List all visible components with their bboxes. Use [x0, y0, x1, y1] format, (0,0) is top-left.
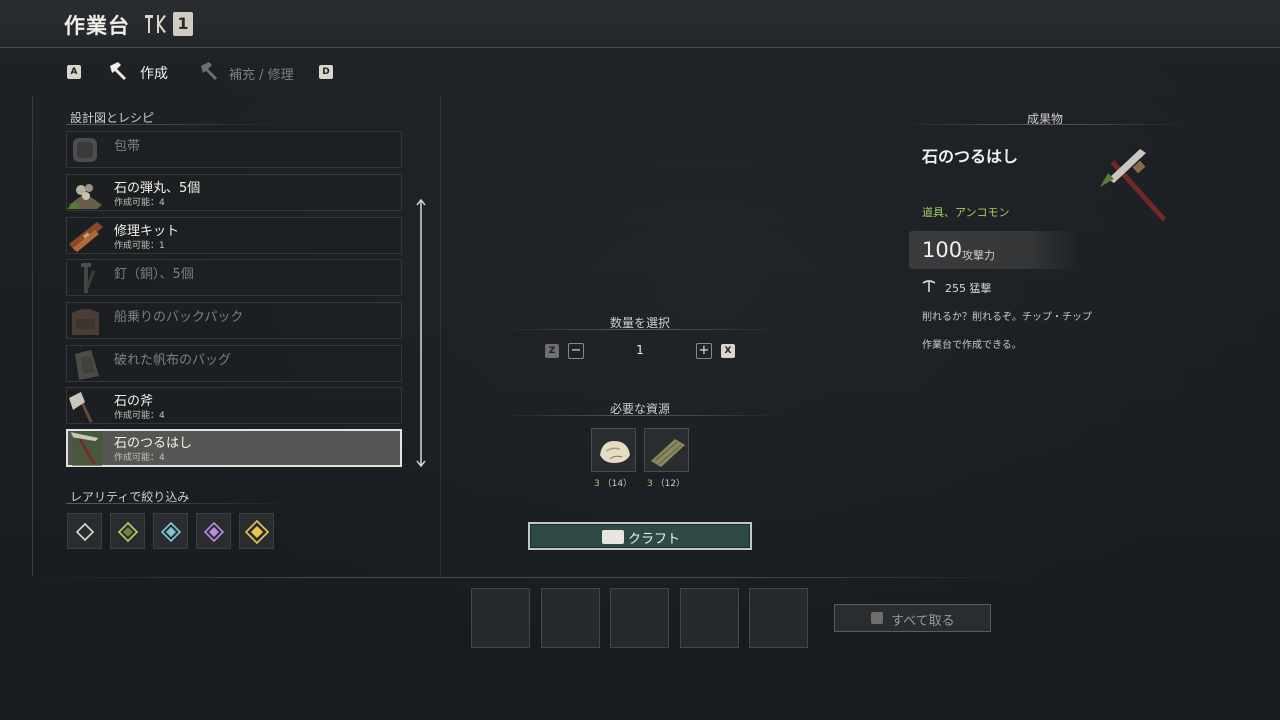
recipe-craftable: 作成可能：4 — [114, 198, 165, 208]
bandage-icon — [67, 132, 104, 167]
recipe-craftable: 作成可能：4 — [114, 411, 165, 421]
tab-next-key[interactable]: D — [319, 65, 333, 79]
tools-icon — [145, 15, 166, 33]
stone-axe-icon — [67, 388, 104, 423]
recipe-stone-pickaxe[interactable]: 石のつるはし 作成可能：4 — [66, 429, 402, 467]
rarity-rare-icon — [160, 521, 182, 543]
quantity-decrease-key[interactable]: Z — [545, 344, 559, 358]
result-item-name: 石のつるはし — [922, 147, 1019, 166]
quantity-value: 1 — [636, 343, 644, 357]
tab-repair[interactable]: 補充 / 修理 — [229, 64, 294, 83]
recipe-copper-nails[interactable]: 釘（銅）、5個 — [66, 259, 402, 296]
resource-slot-wood[interactable] — [644, 428, 689, 472]
wood-icon — [651, 439, 685, 467]
recipe-name: 石の斧 — [114, 394, 154, 409]
page-title: 作業台 — [64, 14, 130, 38]
attack-label: 攻撃力 — [962, 249, 995, 262]
recipe-stone-bullets[interactable]: 石の弾丸、5個 作成可能：4 — [66, 174, 402, 211]
pickaxe-icon — [1100, 149, 1167, 222]
result-source-text: 作業台で作成できる。 — [922, 340, 1022, 351]
smash-stat: 255 猛撃 — [945, 282, 992, 295]
recipe-repair-kit[interactable]: 修理キット 作成可能：1 — [66, 217, 402, 254]
resource-slot-stone[interactable] — [591, 428, 636, 472]
recipe-name: 包帯 — [114, 139, 141, 154]
recipes-heading-line — [66, 124, 296, 125]
take-all-label: すべて取る — [891, 614, 955, 629]
pickaxe-stat-icon — [922, 280, 936, 292]
recipe-stone-axe[interactable]: 石の斧 作成可能：4 — [66, 387, 402, 424]
spacebar-key-icon — [602, 530, 624, 544]
attack-value: 100 — [922, 238, 963, 262]
resource-count-wood: 3 （12） — [647, 479, 686, 489]
stone-pickaxe-icon — [68, 431, 105, 466]
recipe-name: 修理キット — [114, 224, 180, 239]
recipe-craftable: 作成可能：1 — [114, 241, 165, 251]
left-divider — [32, 96, 33, 576]
quantity-heading-line — [500, 329, 780, 330]
filter-heading-line — [66, 503, 296, 504]
recipe-name: 石のつるはし — [114, 436, 193, 451]
result-heading-line — [900, 124, 1190, 125]
tab-prev-key[interactable]: A — [67, 65, 81, 79]
resources-heading-line — [500, 415, 780, 416]
output-slot[interactable] — [610, 588, 669, 648]
tab-craft[interactable]: 作成 — [140, 63, 168, 83]
repair-kit-icon — [67, 218, 104, 253]
output-slot[interactable] — [541, 588, 600, 648]
recipe-name: 破れた帆布のバッグ — [114, 353, 232, 368]
rarity-epic-icon — [203, 521, 225, 543]
quantity-increase-key[interactable]: X — [721, 344, 735, 358]
recipe-sailor-backpack[interactable]: 船乗りのバックパック — [66, 302, 402, 339]
filter-legendary[interactable] — [239, 513, 274, 549]
stone-icon — [600, 441, 630, 463]
craft-button[interactable]: クラフト — [528, 522, 752, 550]
recipe-torn-canvas-bag[interactable]: 破れた帆布のバッグ — [66, 345, 402, 382]
center-divider — [440, 96, 441, 576]
backpack-icon — [67, 303, 104, 338]
recipe-name: 石の弾丸、5個 — [114, 181, 201, 196]
hammer-icon — [110, 62, 126, 80]
quantity-minus-button[interactable]: − — [568, 343, 584, 359]
filter-uncommon[interactable] — [110, 513, 145, 549]
canvas-bag-icon — [67, 346, 104, 381]
recipe-bandage[interactable]: 包帯 — [66, 131, 402, 168]
output-slot[interactable] — [749, 588, 808, 648]
output-slot[interactable] — [680, 588, 739, 648]
recipe-scrollbar[interactable] — [416, 199, 426, 467]
resource-count-stone: 3 （14） — [594, 479, 633, 489]
rarity-common-icon — [75, 522, 95, 542]
top-bar: 作業台 1 — [0, 0, 1280, 48]
workbench-level-badge: 1 — [173, 12, 193, 36]
craft-button-label: クラフト — [628, 532, 681, 547]
filter-epic[interactable] — [196, 513, 231, 549]
rarity-legendary-icon — [244, 519, 270, 545]
filter-common[interactable] — [67, 513, 102, 549]
filter-rare[interactable] — [153, 513, 188, 549]
output-slot[interactable] — [471, 588, 530, 648]
bottom-divider — [32, 577, 1032, 578]
result-flavor-text: 削れるか？削れるぞ。チップ・チップ — [922, 312, 1092, 323]
rarity-uncommon-icon — [117, 521, 139, 543]
recipe-name: 船乗りのバックパック — [114, 310, 244, 325]
recipe-name: 釘（銅）、5個 — [114, 267, 194, 282]
result-category: 道具、アンコモン — [922, 206, 1010, 219]
take-all-button[interactable]: すべて取る — [834, 604, 991, 632]
nails-icon — [67, 260, 104, 295]
repair-hammer-icon — [201, 62, 217, 80]
stone-bullets-icon — [67, 175, 104, 210]
recipe-craftable: 作成可能：4 — [114, 453, 165, 463]
quantity-plus-button[interactable]: + — [696, 343, 712, 359]
take-all-key — [871, 612, 883, 624]
